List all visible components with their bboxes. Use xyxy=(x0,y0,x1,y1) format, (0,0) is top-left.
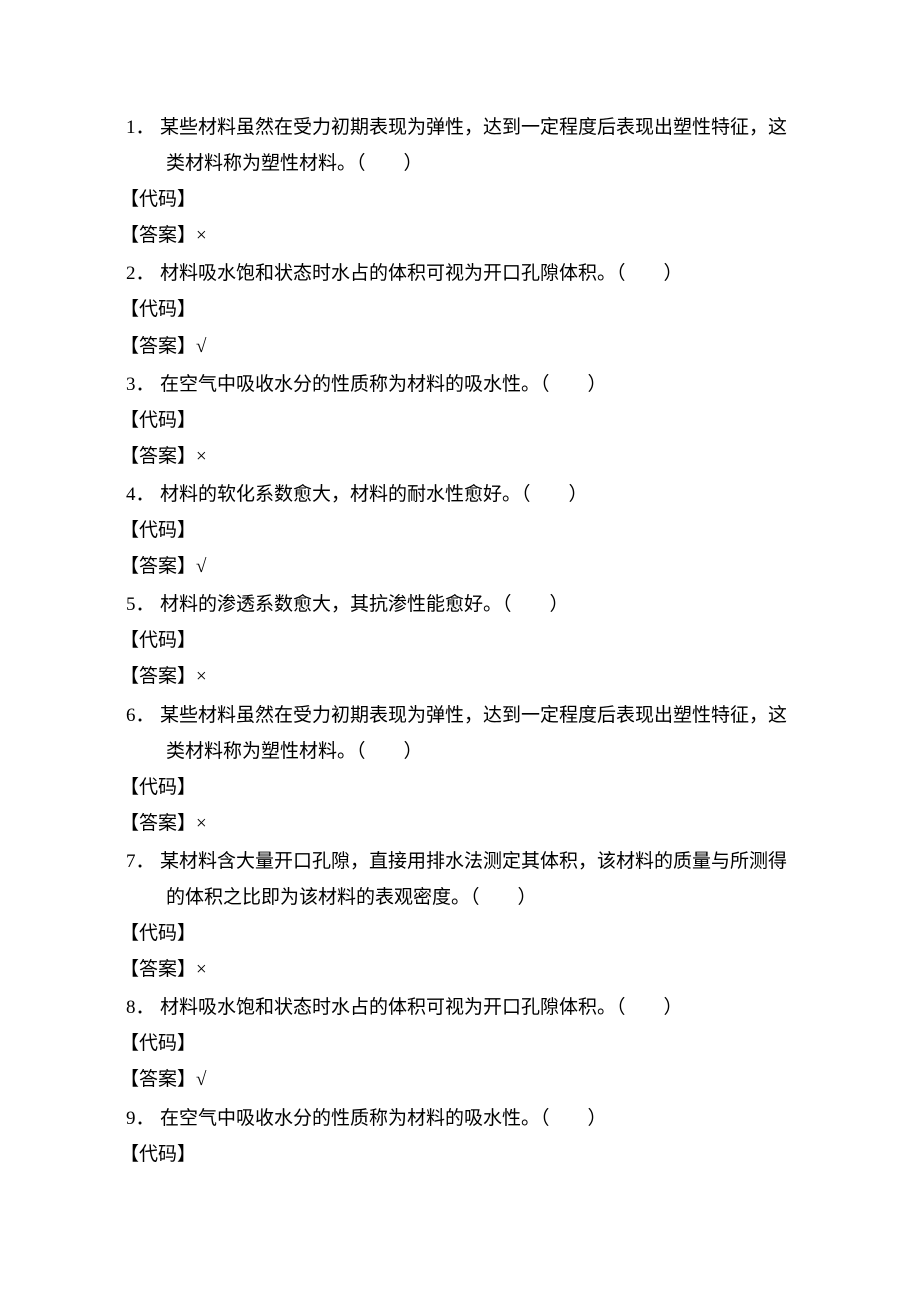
question-text: 某些材料虽然在受力初期表现为弹性，达到一定程度后表现出塑性特征，这 xyxy=(160,698,800,734)
question-block: 9．在空气中吸收水分的性质称为材料的吸水性。（ ）【代码】 xyxy=(120,1101,800,1173)
question-line: 8．材料吸水饱和状态时水占的体积可视为开口孔隙体积。（ ） xyxy=(120,990,800,1026)
answer-value: √ xyxy=(196,556,206,577)
question-continuation: 类材料称为塑性材料。（ ） xyxy=(120,146,800,182)
question-block: 4．材料的软化系数愈大，材料的耐水性愈好。（ ）【代码】【答案】√ xyxy=(120,477,800,585)
question-number: 6． xyxy=(120,698,160,734)
question-line: 5．材料的渗透系数愈大，其抗渗性能愈好。（ ） xyxy=(120,587,800,623)
question-line: 1．某些材料虽然在受力初期表现为弹性，达到一定程度后表现出塑性特征，这 xyxy=(120,110,800,146)
answer-value: × xyxy=(196,959,207,980)
question-number: 3． xyxy=(120,367,160,403)
question-line: 3．在空气中吸收水分的性质称为材料的吸水性。（ ） xyxy=(120,367,800,403)
answer-prefix: 【答案】 xyxy=(120,813,196,834)
question-continuation: 类材料称为塑性材料。（ ） xyxy=(120,734,800,770)
question-text: 材料吸水饱和状态时水占的体积可视为开口孔隙体积。（ ） xyxy=(160,256,800,292)
question-line: 4．材料的软化系数愈大，材料的耐水性愈好。（ ） xyxy=(120,477,800,513)
answer-value: √ xyxy=(196,1069,206,1090)
answer-prefix: 【答案】 xyxy=(120,959,196,980)
question-number: 7． xyxy=(120,844,160,880)
question-block: 3．在空气中吸收水分的性质称为材料的吸水性。（ ）【代码】【答案】× xyxy=(120,367,800,475)
code-label: 【代码】 xyxy=(120,916,800,952)
answer-value: × xyxy=(196,813,207,834)
answer-line: 【答案】√ xyxy=(120,1062,800,1098)
question-line: 9．在空气中吸收水分的性质称为材料的吸水性。（ ） xyxy=(120,1101,800,1137)
question-number: 1． xyxy=(120,110,160,146)
answer-prefix: 【答案】 xyxy=(120,225,196,246)
question-text: 某材料含大量开口孔隙，直接用排水法测定其体积，该材料的质量与所测得 xyxy=(160,844,800,880)
question-number: 2． xyxy=(120,256,160,292)
code-label: 【代码】 xyxy=(120,182,800,218)
question-text: 某些材料虽然在受力初期表现为弹性，达到一定程度后表现出塑性特征，这 xyxy=(160,110,800,146)
question-text: 材料吸水饱和状态时水占的体积可视为开口孔隙体积。（ ） xyxy=(160,990,800,1026)
answer-value: × xyxy=(196,666,207,687)
answer-prefix: 【答案】 xyxy=(120,1069,196,1090)
answer-line: 【答案】× xyxy=(120,952,800,988)
answer-value: √ xyxy=(196,336,206,357)
answer-value: × xyxy=(196,225,207,246)
code-label: 【代码】 xyxy=(120,770,800,806)
answer-prefix: 【答案】 xyxy=(120,336,196,357)
answer-prefix: 【答案】 xyxy=(120,666,196,687)
question-number: 8． xyxy=(120,990,160,1026)
question-continuation: 的体积之比即为该材料的表观密度。（ ） xyxy=(120,880,800,916)
question-block: 6．某些材料虽然在受力初期表现为弹性，达到一定程度后表现出塑性特征，这类材料称为… xyxy=(120,698,800,842)
question-block: 1．某些材料虽然在受力初期表现为弹性，达到一定程度后表现出塑性特征，这类材料称为… xyxy=(120,110,800,254)
answer-prefix: 【答案】 xyxy=(120,446,196,467)
question-text: 在空气中吸收水分的性质称为材料的吸水性。（ ） xyxy=(160,1101,800,1137)
question-text: 材料的软化系数愈大，材料的耐水性愈好。（ ） xyxy=(160,477,800,513)
answer-line: 【答案】× xyxy=(120,439,800,475)
code-label: 【代码】 xyxy=(120,403,800,439)
answer-line: 【答案】√ xyxy=(120,329,800,365)
code-label: 【代码】 xyxy=(120,1137,800,1173)
answer-line: 【答案】× xyxy=(120,218,800,254)
question-block: 2．材料吸水饱和状态时水占的体积可视为开口孔隙体积。（ ）【代码】【答案】√ xyxy=(120,256,800,364)
question-number: 4． xyxy=(120,477,160,513)
answer-value: × xyxy=(196,446,207,467)
answer-line: 【答案】× xyxy=(120,659,800,695)
question-line: 7．某材料含大量开口孔隙，直接用排水法测定其体积，该材料的质量与所测得 xyxy=(120,844,800,880)
question-block: 7．某材料含大量开口孔隙，直接用排水法测定其体积，该材料的质量与所测得的体积之比… xyxy=(120,844,800,988)
question-line: 2．材料吸水饱和状态时水占的体积可视为开口孔隙体积。（ ） xyxy=(120,256,800,292)
code-label: 【代码】 xyxy=(120,623,800,659)
question-block: 5．材料的渗透系数愈大，其抗渗性能愈好。（ ）【代码】【答案】× xyxy=(120,587,800,695)
code-label: 【代码】 xyxy=(120,292,800,328)
answer-line: 【答案】√ xyxy=(120,549,800,585)
code-label: 【代码】 xyxy=(120,513,800,549)
question-number: 5． xyxy=(120,587,160,623)
question-text: 材料的渗透系数愈大，其抗渗性能愈好。（ ） xyxy=(160,587,800,623)
question-line: 6．某些材料虽然在受力初期表现为弹性，达到一定程度后表现出塑性特征，这 xyxy=(120,698,800,734)
question-block: 8．材料吸水饱和状态时水占的体积可视为开口孔隙体积。（ ）【代码】【答案】√ xyxy=(120,990,800,1098)
answer-line: 【答案】× xyxy=(120,806,800,842)
question-text: 在空气中吸收水分的性质称为材料的吸水性。（ ） xyxy=(160,367,800,403)
answer-prefix: 【答案】 xyxy=(120,556,196,577)
code-label: 【代码】 xyxy=(120,1026,800,1062)
question-number: 9． xyxy=(120,1101,160,1137)
